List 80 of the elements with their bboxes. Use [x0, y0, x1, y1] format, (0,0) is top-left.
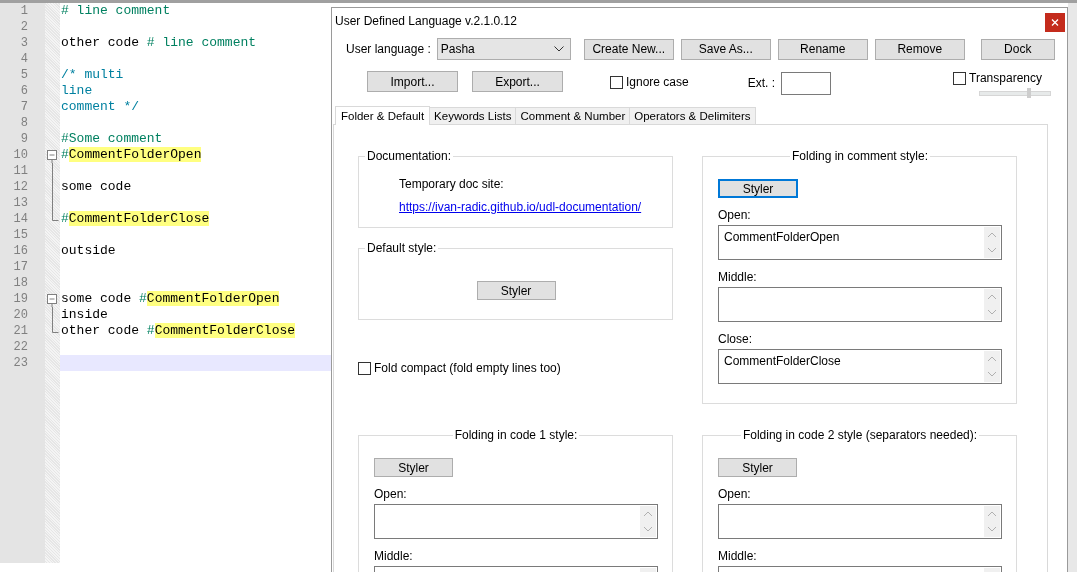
line-number: 1 [20, 3, 28, 19]
code-text: CommentFolderOpen [146, 291, 280, 306]
code-text: # [146, 323, 155, 338]
dock-button[interactable]: Dock [980, 38, 1055, 60]
group-title: Folding in code 2 style (separators needed): [740, 428, 980, 443]
code-text: CommentFolderClose [154, 323, 296, 338]
line-number: 18 [13, 275, 28, 291]
text-area[interactable]: CommentFolderOpen [718, 225, 1002, 260]
code-text: # [139, 291, 147, 306]
line-number: 21 [13, 323, 28, 339]
extension-label: Ext. : [747, 76, 776, 90]
styler-button[interactable]: Styler [476, 281, 556, 300]
code-text: # [61, 211, 69, 226]
line-number: 14 [13, 211, 28, 227]
code-text: line [61, 83, 93, 98]
code-text: # [61, 147, 69, 162]
line-number: 23 [13, 355, 28, 371]
dialog-button[interactable]: Rename [777, 38, 868, 60]
code-text: #Some comment [61, 131, 163, 146]
dialog-button[interactable]: Import... [367, 71, 458, 92]
code-text: comment */ [61, 99, 139, 114]
styler-button[interactable]: Styler [718, 179, 798, 198]
code-text: other code [61, 35, 140, 50]
dialog-button[interactable]: Export... [472, 71, 563, 92]
line-number: 8 [20, 115, 28, 131]
line-number: 16 [13, 243, 28, 259]
code-text: CommentFolderClose [68, 211, 210, 226]
field-label: Middle: [374, 549, 413, 563]
tab[interactable]: Folder & Default [335, 106, 431, 125]
window-title: User Defined Language v.2.1.0.12 [335, 14, 517, 28]
tab[interactable]: Comment & Number [515, 107, 631, 124]
line-number: 2 [20, 19, 28, 35]
fold-compact-checkbox[interactable]: Fold compact (fold empty lines too) [358, 361, 673, 375]
code-text: some code [61, 291, 133, 306]
user-language-label: User language : [346, 42, 431, 56]
ignore-case-checkbox[interactable]: Ignore case [610, 75, 689, 89]
styler-button[interactable]: Styler [374, 458, 453, 477]
line-number: 13 [13, 195, 28, 211]
line-number: 15 [13, 227, 28, 243]
code-text: /* multi [61, 67, 124, 82]
code-text: # line comment [146, 35, 257, 50]
code-text: inside [61, 307, 108, 322]
code-text: outside [61, 243, 116, 258]
field-label: Open: [374, 487, 407, 501]
transparency-checkbox[interactable]: Transparency [953, 71, 1052, 85]
line-number: 7 [20, 99, 28, 115]
line-number: 6 [20, 83, 28, 99]
dialog-button[interactable]: Remove [874, 38, 965, 60]
line-number: 5 [20, 67, 28, 83]
field-label: Middle: [718, 549, 757, 563]
line-number: 3 [20, 35, 28, 51]
line-number: 22 [13, 339, 28, 355]
field-label: Close: [718, 332, 752, 346]
field-label: Middle: [718, 270, 757, 284]
line-number: 20 [13, 307, 28, 323]
code-text: some code [61, 179, 132, 194]
line-number: 12 [13, 179, 28, 195]
group-title: Folding in code 1 style: [452, 428, 580, 443]
doc-site-label: Temporary doc site: [399, 177, 505, 191]
dialog-button[interactable]: Create New... [583, 38, 674, 60]
group-title: Folding in comment style: [789, 149, 931, 164]
group-title: Default style: [365, 241, 439, 256]
line-number: 4 [20, 51, 28, 67]
line-number: 17 [13, 259, 28, 275]
code-text: CommentFolderOpen [68, 147, 202, 162]
text-area[interactable]: CommentFolderClose [718, 349, 1002, 384]
styler-button[interactable]: Styler [718, 458, 797, 477]
line-number: 10 [13, 147, 28, 163]
documentation-link[interactable]: https://ivan-radic.github.io/udl-documentation/ [399, 200, 642, 214]
line-number: 11 [13, 163, 28, 179]
language-dropdown[interactable]: Pasha [436, 38, 571, 60]
code-text: other code [61, 323, 140, 338]
tab[interactable]: Operators & Delimiters [629, 107, 756, 124]
dialog-button[interactable]: Save As... [680, 38, 771, 60]
line-number: 9 [20, 131, 28, 147]
tab[interactable]: Keywords Lists [429, 107, 517, 124]
code-text: # line comment [61, 3, 171, 18]
line-number: 19 [13, 291, 28, 307]
field-label: Open: [718, 208, 751, 222]
field-label: Open: [718, 487, 751, 501]
